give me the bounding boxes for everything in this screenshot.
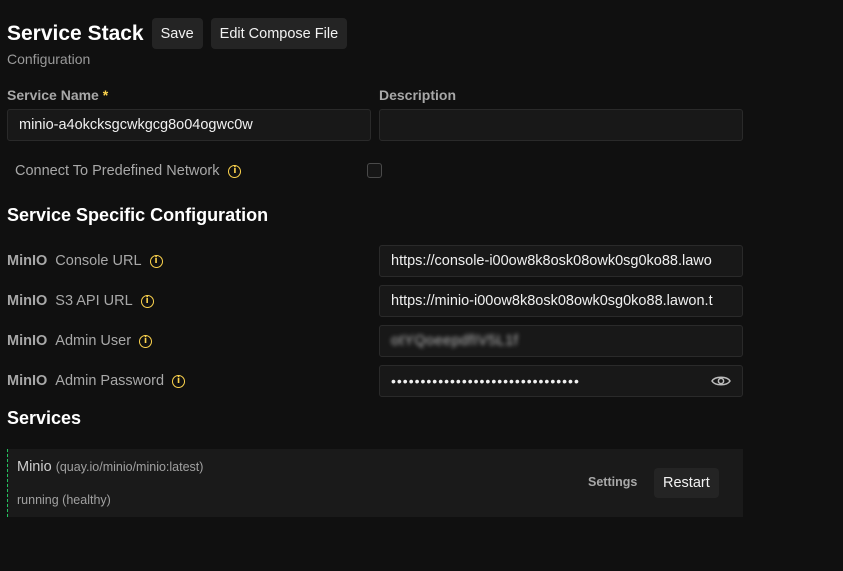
description-label: Description: [379, 87, 457, 103]
env-prefix: MinIO: [7, 333, 48, 349]
predefined-network-label: Connect To Predefined Network: [15, 163, 220, 179]
console-url-value: https://console-i00ow8k8osk08owk0sg0ko88…: [391, 253, 712, 269]
env-row-admin-password: MinIO Admin Password i: [7, 373, 186, 389]
env-name: Console URL: [55, 253, 142, 269]
service-name-input[interactable]: minio-a4okcksgcwkgcg8o04ogwc0w: [7, 109, 371, 141]
s3-api-url-input[interactable]: https://minio-i00ow8k8osk08owk0sg0ko88.l…: [379, 285, 743, 317]
info-icon[interactable]: i: [228, 164, 242, 178]
description-input[interactable]: [379, 109, 743, 141]
edit-compose-file-button[interactable]: Edit Compose File: [210, 18, 348, 49]
save-button[interactable]: Save: [151, 18, 203, 49]
env-row-console-url: MinIO Console URL i: [7, 253, 163, 269]
admin-password-input[interactable]: ••••••••••••••••••••••••••••••••: [379, 365, 743, 397]
info-icon[interactable]: i: [149, 254, 163, 268]
env-prefix: MinIO: [7, 373, 48, 389]
env-prefix: MinIO: [7, 293, 48, 309]
service-specific-title: Service Specific Configuration: [7, 205, 269, 225]
service-card[interactable]: Minio (quay.io/minio/minio:latest) runni…: [7, 449, 743, 517]
env-prefix: MinIO: [7, 253, 48, 269]
admin-password-value: ••••••••••••••••••••••••••••••••: [391, 373, 580, 389]
service-status: running (healthy): [17, 493, 111, 507]
service-name-label-text: Service Name: [7, 87, 99, 103]
s3-api-url-value: https://minio-i00ow8k8osk08owk0sg0ko88.l…: [391, 293, 713, 309]
service-restart-button[interactable]: Restart: [654, 468, 719, 498]
page-title: Service Stack: [7, 21, 144, 45]
service-stack-page: Service Stack Save Edit Compose File Con…: [0, 0, 843, 571]
services-title: Services: [7, 408, 82, 428]
service-settings-link[interactable]: Settings: [588, 475, 637, 489]
env-row-s3-api-url: MinIO S3 API URL i: [7, 293, 154, 309]
service-item-image: (quay.io/minio/minio:latest): [55, 460, 204, 474]
page-header: Service Stack Save Edit Compose File: [7, 18, 348, 49]
env-name: Admin Password: [55, 373, 165, 389]
required-marker: *: [102, 87, 109, 103]
console-url-input[interactable]: https://console-i00ow8k8osk08owk0sg0ko88…: [379, 245, 743, 277]
info-icon[interactable]: i: [139, 334, 153, 348]
admin-user-input[interactable]: otYQoeepdfIV5L1f: [379, 325, 743, 357]
admin-user-value: otYQoeepdfIV5L1f: [391, 333, 519, 349]
service-name-label: Service Name *: [7, 87, 108, 103]
env-name: Admin User: [55, 333, 132, 349]
page-subtitle: Configuration: [7, 51, 91, 67]
info-icon[interactable]: i: [140, 294, 154, 308]
service-name-line: Minio (quay.io/minio/minio:latest): [17, 459, 203, 475]
eye-icon[interactable]: [711, 374, 731, 388]
predefined-network-checkbox[interactable]: [367, 163, 382, 178]
env-name: S3 API URL: [55, 293, 133, 309]
env-row-admin-user: MinIO Admin User i: [7, 333, 153, 349]
service-item-name: Minio: [17, 459, 52, 475]
predefined-network-row: Connect To Predefined Network i: [15, 163, 242, 179]
info-icon[interactable]: i: [172, 374, 186, 388]
service-name-value: minio-a4okcksgcwkgcg8o04ogwc0w: [19, 117, 253, 133]
